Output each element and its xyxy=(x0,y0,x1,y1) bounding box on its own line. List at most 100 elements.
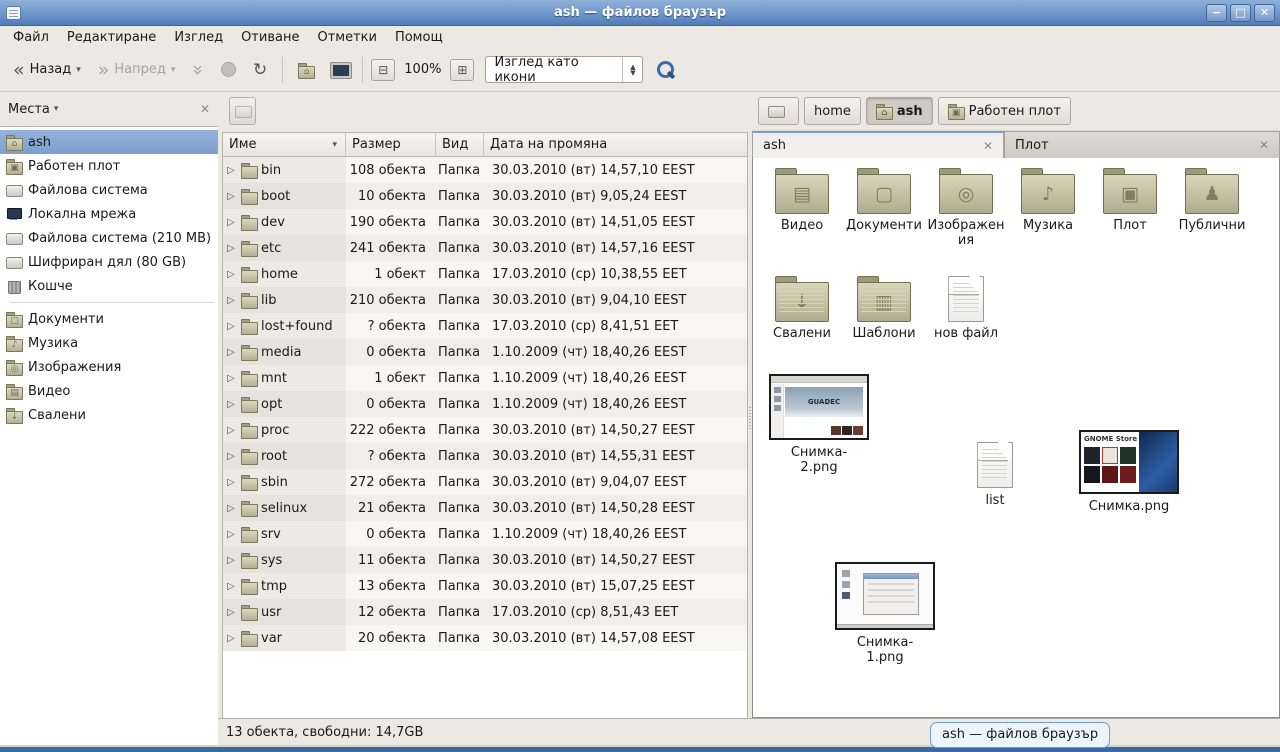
stop-button[interactable] xyxy=(214,57,243,82)
expander-icon[interactable]: ▷ xyxy=(227,607,237,618)
file-item-list[interactable]: list xyxy=(963,442,1027,509)
table-row[interactable]: ▷ boot 10 обекта Папка 30.03.2010 (вт) 9… xyxy=(223,183,747,209)
sidebar-item[interactable]: Изображения xyxy=(0,355,218,379)
table-row[interactable]: ▷ proc 222 обекта Папка 30.03.2010 (вт) … xyxy=(223,417,747,443)
expander-icon[interactable]: ▷ xyxy=(227,581,237,592)
forward-button[interactable]: » Напред ▾ xyxy=(91,57,183,82)
view-mode-select[interactable]: Изглед като икони ▲▼ xyxy=(485,56,643,83)
folder-item[interactable]: Изображения xyxy=(925,168,1007,249)
tab-plot[interactable]: Плот ✕ xyxy=(1004,131,1280,158)
column-header-name[interactable]: Име▾ xyxy=(223,133,346,157)
expander-icon[interactable]: ▷ xyxy=(227,633,237,644)
menu-item[interactable]: Редактиране xyxy=(58,28,165,47)
path-button[interactable]: ash xyxy=(866,97,933,125)
column-header-size[interactable]: Размер xyxy=(346,133,436,157)
table-row[interactable]: ▷ srv 0 обекта Папка 1.10.2009 (чт) 18,4… xyxy=(223,521,747,547)
path-button[interactable]: home xyxy=(804,97,861,125)
table-row[interactable]: ▷ tmp 13 обекта Папка 30.03.2010 (вт) 15… xyxy=(223,573,747,599)
path-button[interactable]: Работен плот xyxy=(938,97,1071,125)
file-item-snimka[interactable]: GNOME Store Снимка.png xyxy=(1077,430,1181,515)
expander-icon[interactable]: ▷ xyxy=(227,451,237,462)
sidebar-item[interactable]: Свалени xyxy=(0,403,218,427)
column-header-type[interactable]: Вид xyxy=(436,133,484,157)
maximize-button[interactable]: □ xyxy=(1230,4,1251,22)
reload-button[interactable]: ↻ xyxy=(246,58,274,82)
table-row[interactable]: ▷ var 20 обекта Папка 30.03.2010 (вт) 14… xyxy=(223,625,747,651)
expander-icon[interactable]: ▷ xyxy=(227,347,237,358)
expander-icon[interactable]: ▷ xyxy=(227,373,237,384)
sidebar-title[interactable]: Места xyxy=(8,102,50,117)
zoom-in-button[interactable]: ⊞ xyxy=(450,59,474,81)
expander-icon[interactable]: ▷ xyxy=(227,399,237,410)
table-row[interactable]: ▷ lost+found ? обекта Папка 17.03.2010 (… xyxy=(223,313,747,339)
tab-close-icon[interactable]: ✕ xyxy=(983,139,993,153)
sidebar-item[interactable]: Кошче xyxy=(0,274,218,298)
expander-icon[interactable]: ▷ xyxy=(227,425,237,436)
file-item-snimka1[interactable]: Снимка-1.png xyxy=(833,562,937,666)
up-button[interactable]: » xyxy=(185,58,211,82)
expander-icon[interactable]: ▷ xyxy=(227,165,237,176)
tab-close-icon[interactable]: ✕ xyxy=(1259,138,1269,152)
table-row[interactable]: ▷ bin 108 обекта Папка 30.03.2010 (вт) 1… xyxy=(223,157,747,183)
table-row[interactable]: ▷ mnt 1 обект Папка 1.10.2009 (чт) 18,40… xyxy=(223,365,747,391)
path-button[interactable] xyxy=(758,97,799,125)
expander-icon[interactable]: ▷ xyxy=(227,555,237,566)
sidebar-item[interactable]: Музика xyxy=(0,331,218,355)
expander-icon[interactable]: ▷ xyxy=(227,321,237,332)
expander-icon[interactable]: ▷ xyxy=(227,477,237,488)
sidebar-chevron-icon[interactable]: ▾ xyxy=(54,104,59,114)
expander-icon[interactable]: ▷ xyxy=(227,503,237,514)
sidebar-item[interactable]: Шифриран дял (80 GB) xyxy=(0,250,218,274)
home-button[interactable] xyxy=(291,57,321,83)
back-button[interactable]: « Назад ▾ xyxy=(6,57,88,82)
menu-item[interactable]: Помощ xyxy=(386,28,452,47)
folder-item[interactable]: Публични xyxy=(1171,168,1253,249)
folder-item[interactable]: Музика xyxy=(1007,168,1089,249)
table-row[interactable]: ▷ opt 0 обекта Папка 1.10.2009 (чт) 18,4… xyxy=(223,391,747,417)
folder-item[interactable]: Свалени xyxy=(761,276,843,342)
expander-icon[interactable]: ▷ xyxy=(227,191,237,202)
table-row[interactable]: ▷ selinux 21 обекта Папка 30.03.2010 (вт… xyxy=(223,495,747,521)
search-icon[interactable] xyxy=(656,60,676,80)
menu-item[interactable]: Файл xyxy=(4,28,58,47)
menu-item[interactable]: Отиване xyxy=(232,28,308,47)
sidebar-item[interactable]: Файлова система (210 MB) xyxy=(0,226,218,250)
view-mode-stepper-icon[interactable]: ▲▼ xyxy=(622,57,642,82)
back-dropdown-icon[interactable]: ▾ xyxy=(76,65,81,75)
column-header-date[interactable]: Дата на промяна xyxy=(484,133,747,157)
expander-icon[interactable]: ▷ xyxy=(227,269,237,280)
expander-icon[interactable]: ▷ xyxy=(227,243,237,254)
table-row[interactable]: ▷ dev 190 обекта Папка 30.03.2010 (вт) 1… xyxy=(223,209,747,235)
expander-icon[interactable]: ▷ xyxy=(227,217,237,228)
menu-item[interactable]: Отметки xyxy=(308,28,385,47)
table-row[interactable]: ▷ lib 210 обекта Папка 30.03.2010 (вт) 9… xyxy=(223,287,747,313)
sidebar-item[interactable]: Работен плот xyxy=(0,154,218,178)
tab-ash[interactable]: ash ✕ xyxy=(752,131,1004,158)
folder-item[interactable]: Документи xyxy=(843,168,925,249)
sidebar-close-icon[interactable]: ✕ xyxy=(200,102,210,116)
table-row[interactable]: ▷ sbin 272 обекта Папка 30.03.2010 (вт) … xyxy=(223,469,747,495)
zoom-out-button[interactable]: ⊟ xyxy=(371,59,395,81)
file-item-snimka2[interactable]: GUADEC Снимка-2.png xyxy=(767,374,871,476)
folder-item[interactable]: Плот xyxy=(1089,168,1171,249)
sidebar-item[interactable] xyxy=(0,298,218,307)
table-row[interactable]: ▷ media 0 обекта Папка 1.10.2009 (чт) 18… xyxy=(223,339,747,365)
expander-icon[interactable]: ▷ xyxy=(227,529,237,540)
table-row[interactable]: ▷ etc 241 обекта Папка 30.03.2010 (вт) 1… xyxy=(223,235,747,261)
root-location-button[interactable] xyxy=(229,97,256,125)
folder-item[interactable]: Шаблони xyxy=(843,276,925,342)
folder-item[interactable]: нов файл xyxy=(925,276,1007,342)
table-row[interactable]: ▷ usr 12 обекта Папка 17.03.2010 (ср) 8,… xyxy=(223,599,747,625)
expander-icon[interactable]: ▷ xyxy=(227,295,237,306)
sidebar-item[interactable]: Документи xyxy=(0,307,218,331)
table-row[interactable]: ▷ root ? обекта Папка 30.03.2010 (вт) 14… xyxy=(223,443,747,469)
table-row[interactable]: ▷ sys 11 обекта Папка 30.03.2010 (вт) 14… xyxy=(223,547,747,573)
table-row[interactable]: ▷ home 1 обект Папка 17.03.2010 (ср) 10,… xyxy=(223,261,747,287)
sidebar-item[interactable]: ash xyxy=(0,130,218,154)
minimize-button[interactable]: − xyxy=(1206,4,1227,22)
close-button[interactable]: ✕ xyxy=(1254,4,1275,22)
sidebar-item[interactable]: Видео xyxy=(0,379,218,403)
folder-item[interactable]: Видео xyxy=(761,168,843,249)
sidebar-item[interactable]: Файлова система xyxy=(0,178,218,202)
sidebar-item[interactable]: Локална мрежа xyxy=(0,202,218,226)
